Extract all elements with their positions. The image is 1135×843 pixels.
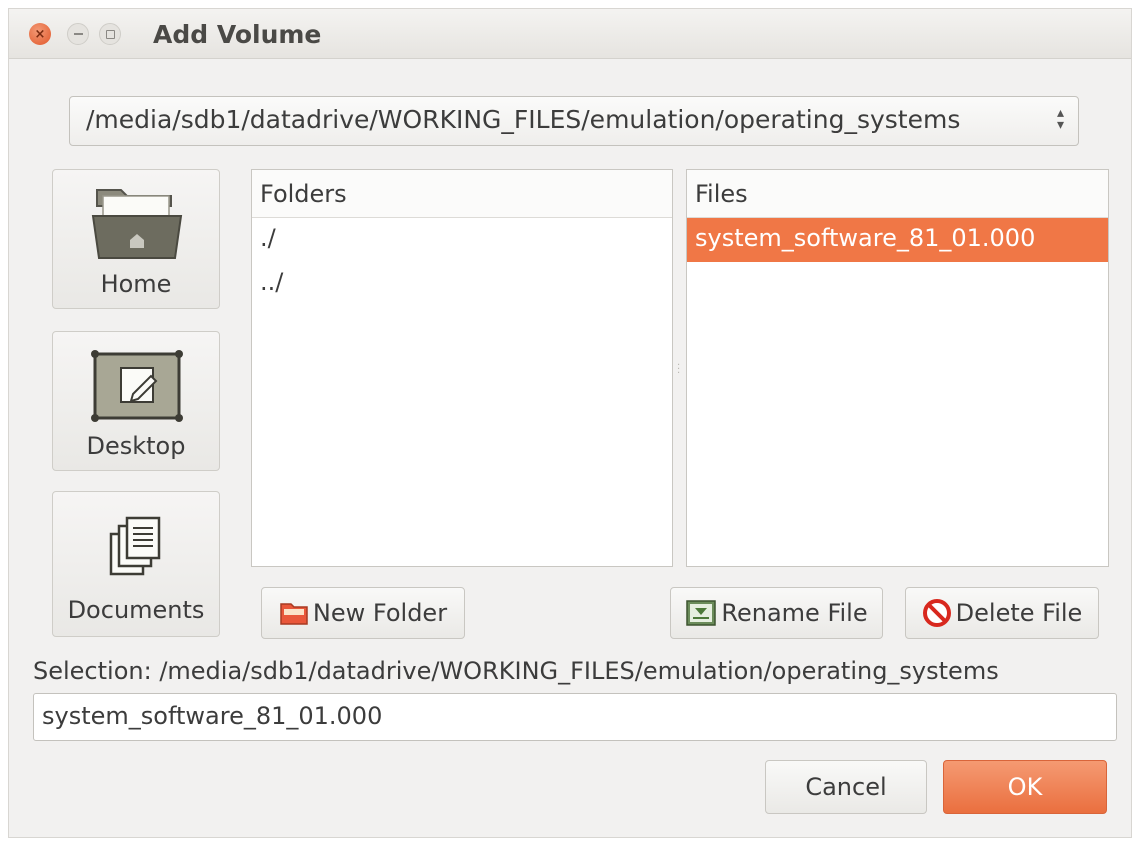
file-item[interactable]: system_software_81_01.000 bbox=[687, 218, 1108, 262]
folders-header[interactable]: Folders bbox=[252, 170, 672, 218]
path-selector[interactable]: /media/sdb1/datadrive/WORKING_FILES/emul… bbox=[69, 96, 1079, 146]
selection-input[interactable]: system_software_81_01.000 bbox=[33, 693, 1117, 741]
rename-file-label: Rename File bbox=[721, 599, 868, 627]
rename-file-icon bbox=[686, 600, 717, 626]
new-folder-label: New Folder bbox=[312, 599, 448, 627]
maximize-window-button[interactable] bbox=[99, 23, 121, 45]
updown-arrows-icon: ▴ ▾ bbox=[1056, 105, 1064, 133]
close-icon: × bbox=[34, 26, 46, 42]
delete-file-button[interactable]: Delete File bbox=[905, 587, 1099, 639]
close-window-button[interactable]: × bbox=[29, 23, 51, 45]
ok-button[interactable]: OK bbox=[943, 760, 1107, 814]
sidebar-item-documents[interactable]: Documents bbox=[52, 491, 220, 637]
folder-item[interactable]: ./ bbox=[252, 218, 672, 262]
desktop-icon bbox=[91, 350, 183, 422]
path-selector-value: /media/sdb1/datadrive/WORKING_FILES/emul… bbox=[86, 105, 961, 134]
window-title: Add Volume bbox=[153, 20, 322, 49]
minimize-window-button[interactable] bbox=[67, 23, 89, 45]
files-header[interactable]: Files bbox=[687, 170, 1108, 218]
folders-pane: Folders ./ ../ bbox=[251, 169, 673, 567]
home-folder-icon bbox=[91, 189, 183, 259]
delete-file-label: Delete File bbox=[955, 599, 1083, 627]
new-folder-button[interactable]: New Folder bbox=[261, 587, 465, 639]
files-pane: Files system_software_81_01.000 bbox=[686, 169, 1109, 567]
documents-icon bbox=[109, 516, 161, 576]
pane-resize-handle[interactable]: · · · bbox=[677, 361, 683, 379]
title-bar: × Add Volume bbox=[9, 9, 1131, 59]
new-folder-icon bbox=[280, 603, 308, 625]
rename-file-button[interactable]: Rename File bbox=[670, 587, 883, 639]
minimize-icon bbox=[73, 33, 83, 35]
sidebar-item-label: Home bbox=[100, 270, 172, 298]
folder-item[interactable]: ../ bbox=[252, 262, 672, 306]
maximize-icon bbox=[105, 29, 115, 39]
add-volume-dialog: × Add Volume /media/sdb1/datadrive/WORKI… bbox=[8, 8, 1132, 838]
sidebar-item-label: Desktop bbox=[86, 432, 186, 460]
sidebar-item-desktop[interactable]: Desktop bbox=[52, 331, 220, 471]
selection-label: Selection: /media/sdb1/datadrive/WORKING… bbox=[33, 657, 999, 685]
delete-file-icon bbox=[922, 599, 951, 627]
sidebar-item-home[interactable]: Home bbox=[52, 169, 220, 309]
cancel-button[interactable]: Cancel bbox=[765, 760, 927, 814]
sidebar-item-label: Documents bbox=[67, 596, 205, 624]
